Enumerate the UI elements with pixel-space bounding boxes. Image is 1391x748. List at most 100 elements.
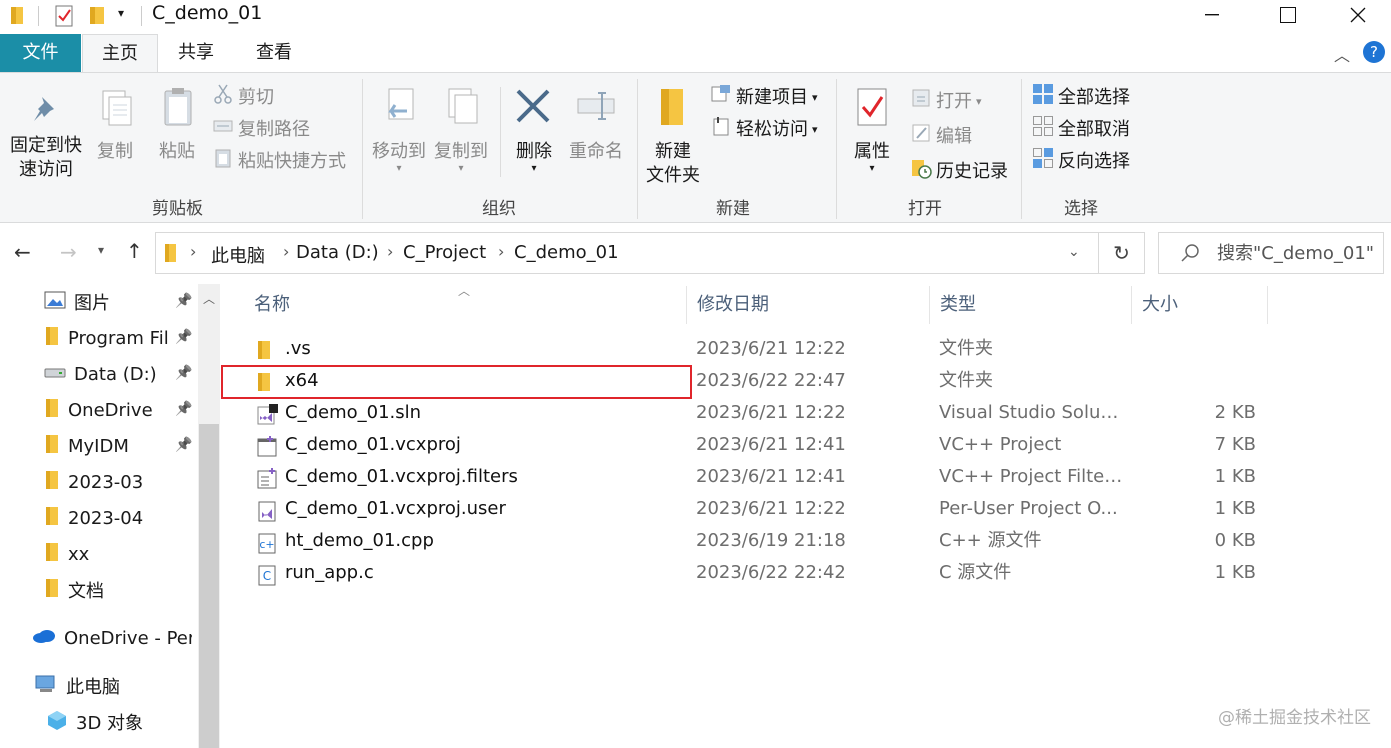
paste-shortcut-button[interactable]: 粘贴快捷方式 — [212, 147, 346, 176]
minimize-button[interactable] — [1174, 0, 1250, 30]
nav-this-pc[interactable]: 此电脑 — [34, 670, 194, 702]
file-size: 1 KB — [1214, 498, 1256, 519]
file-row[interactable]: C_demo_01.vcxproj 2023/6/21 12:41 VC++ Pro… — [222, 429, 1391, 461]
folder-icon — [10, 4, 28, 31]
copy-button[interactable]: 复制 — [90, 85, 140, 164]
new-folder-button[interactable]: 新建 文件夹 — [642, 85, 704, 188]
clipboard-group-label: 剪贴板 — [152, 199, 203, 219]
properties-icon[interactable] — [54, 4, 76, 33]
file-row[interactable]: .vs 2023/6/21 12:22 文件夹 — [222, 333, 1391, 365]
close-button[interactable] — [1320, 0, 1391, 30]
file-name: C_demo_01.vcxproj.user — [285, 498, 506, 519]
paste-button[interactable]: 粘贴 — [152, 85, 202, 164]
recent-locations-chevron-icon[interactable]: ▾ — [98, 243, 104, 257]
open-button[interactable]: 打开 ▾ — [910, 87, 982, 116]
breadcrumb-c-demo-01[interactable]: C_demo_01 — [514, 242, 619, 263]
nav-scrollbar-thumb[interactable] — [199, 424, 219, 748]
chevron-right-icon[interactable]: › — [387, 242, 393, 261]
scissors-icon — [212, 83, 234, 112]
nav-item[interactable]: xx — [44, 538, 204, 570]
watermark: @稀土掘金技术社区 — [1218, 708, 1371, 728]
file-row[interactable]: C_demo_01.sln 2023/6/21 12:22 Visual Studi… — [222, 397, 1391, 429]
file-row[interactable]: C_demo_01.vcxproj.filters 2023/6/21 12:41… — [222, 461, 1391, 493]
file-row[interactable]: C_demo_01.vcxproj.user 2023/6/21 12:22 Per… — [222, 493, 1391, 525]
nav-item-label: OneDrive — [68, 399, 153, 421]
customize-toolbar-chevron-icon[interactable]: ▾ — [118, 6, 124, 20]
chevron-right-icon[interactable]: › — [498, 242, 504, 261]
help-icon[interactable]: ? — [1362, 40, 1386, 69]
address-history-chevron-icon[interactable]: ⌄ — [1068, 244, 1080, 260]
move-to-button[interactable]: 移动到 ▾ — [368, 85, 430, 174]
title-bar: ▾ C_demo_01 — [0, 0, 1391, 34]
new-item-button[interactable]: 新建项目 ▾ — [710, 83, 818, 112]
file-date: 2023/6/21 12:41 — [696, 434, 846, 455]
nav-item[interactable]: 2023-04 — [44, 502, 204, 534]
properties-button[interactable]: 属性 ▾ — [846, 85, 898, 174]
column-header-size[interactable]: 大小 — [1132, 286, 1268, 324]
file-row[interactable]: c+ ht_demo_01.cpp 2023/6/19 21:18 C++ 源文件 0 … — [222, 525, 1391, 557]
open-dropdown-icon: ▾ — [976, 94, 982, 108]
scroll-up-arrow-icon[interactable]: ︿ — [198, 284, 220, 312]
pin-icon[interactable]: 📌 — [175, 437, 192, 453]
copy-to-button[interactable]: 复制到 ▾ — [430, 85, 492, 174]
chevron-right-icon[interactable]: › — [283, 242, 289, 261]
rename-button[interactable]: 重命名 — [566, 85, 626, 164]
nav-item-label: MyIDM — [68, 435, 129, 457]
tab-file[interactable]: 文件 — [0, 34, 81, 72]
folder-icon — [44, 506, 60, 531]
copy-path-button[interactable]: 复制路径 — [212, 115, 310, 144]
copy-to-dropdown-icon: ▾ — [458, 163, 464, 174]
delete-button[interactable]: 删除 ▾ — [508, 85, 560, 174]
refresh-icon: ↻ — [1113, 241, 1130, 265]
nav-item[interactable]: 2023-03 — [44, 466, 204, 498]
file-type: Per-User Project O... — [939, 498, 1118, 519]
new-folder-icon[interactable] — [88, 4, 108, 31]
pin-icon[interactable]: 📌 — [175, 365, 192, 381]
easy-access-button[interactable]: 轻松访问 ▾ — [710, 115, 818, 144]
pin-icon[interactable]: 📌 — [175, 293, 192, 309]
file-name: C_demo_01.vcxproj.filters — [285, 466, 518, 487]
tab-view[interactable]: 查看 — [236, 34, 312, 72]
maximize-button[interactable] — [1250, 0, 1326, 30]
forward-arrow-icon[interactable]: → — [60, 240, 77, 264]
history-button[interactable]: 历史记录 — [910, 157, 1008, 186]
breadcrumb-data-d[interactable]: Data (D:) — [296, 242, 379, 263]
history-icon — [910, 157, 932, 186]
tab-share[interactable]: 共享 — [158, 34, 234, 72]
breadcrumb-c-project[interactable]: C_Project — [403, 242, 486, 263]
pin-quick-access-button[interactable]: 固定到快 速访问 — [6, 91, 86, 182]
clipboard-icon — [157, 85, 197, 140]
select-none-button[interactable]: 全部取消 — [1032, 115, 1130, 144]
breadcrumb-this-pc[interactable]: 此电脑 — [211, 242, 265, 268]
address-bar[interactable]: › 此电脑 › Data (D:) › C_Project › C_demo_0… — [155, 232, 1099, 274]
nav-3d-objects[interactable]: 3D 对象 — [46, 706, 206, 738]
easy-access-icon — [710, 115, 732, 144]
folder-icon — [44, 434, 60, 459]
back-arrow-icon[interactable]: ← — [14, 240, 31, 264]
nav-onedrive-personal[interactable]: OneDrive - Pers — [32, 622, 192, 654]
properties-dropdown-icon: ▾ — [869, 163, 875, 174]
select-none-icon — [1032, 115, 1054, 144]
search-box[interactable] — [1158, 232, 1385, 274]
folder-icon — [44, 578, 60, 603]
select-all-button[interactable]: 全部选择 — [1032, 83, 1130, 112]
open-icon — [910, 87, 932, 116]
nav-item-label: 图片 — [74, 293, 110, 314]
collapse-ribbon-icon[interactable]: ︿ — [1334, 42, 1350, 66]
column-header-type[interactable]: 类型 — [930, 286, 1132, 324]
cut-button[interactable]: 剪切 — [212, 83, 274, 112]
file-type: VC++ Project Filter... — [939, 466, 1124, 487]
file-row[interactable]: Crun_app.c 2023/6/22 22:42 C 源文件 1 KB — [222, 557, 1391, 589]
nav-item[interactable]: 文档 — [44, 574, 204, 606]
refresh-button[interactable]: ↻ — [1099, 232, 1145, 274]
file-type: C++ 源文件 — [939, 530, 1042, 551]
search-input[interactable] — [1217, 233, 1385, 273]
column-header-date[interactable]: 修改日期 — [687, 286, 930, 324]
pin-icon[interactable]: 📌 — [175, 329, 192, 345]
invert-selection-button[interactable]: 反向选择 — [1032, 147, 1130, 176]
edit-button[interactable]: 编辑 — [910, 122, 972, 151]
tab-home[interactable]: 主页 — [82, 34, 158, 72]
up-arrow-icon[interactable]: ↑ — [126, 239, 143, 263]
file-name: run_app.c — [285, 562, 374, 583]
pin-icon[interactable]: 📌 — [175, 401, 192, 417]
